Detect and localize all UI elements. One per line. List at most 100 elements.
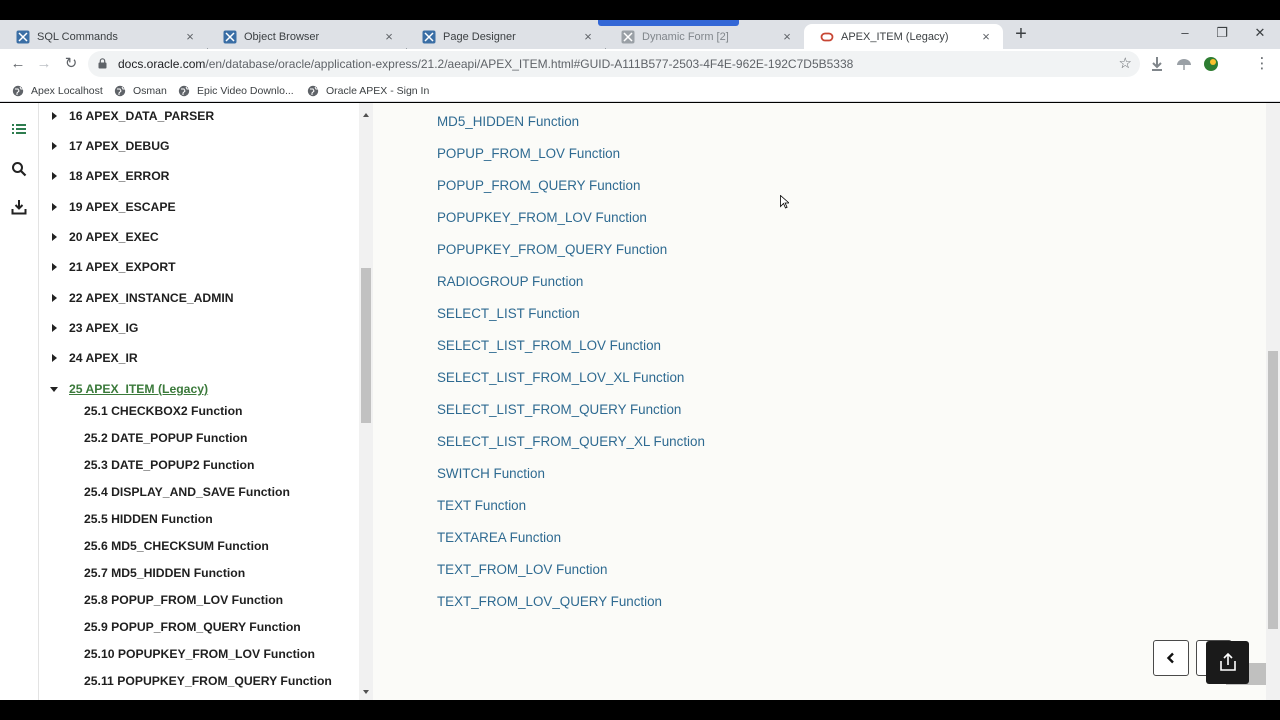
browser-toolbar: ← → ↻ docs.oracle.com/en/database/oracle… — [0, 49, 1280, 79]
function-link[interactable]: RADIOGROUP Function — [437, 274, 583, 289]
caret-right-icon — [52, 263, 57, 271]
tab-close-icon[interactable]: × — [579, 29, 597, 44]
toc-chapter[interactable]: 19 APEX_ESCAPE — [40, 198, 176, 216]
url-text[interactable]: docs.oracle.com/en/database/oracle/appli… — [118, 57, 853, 71]
function-link[interactable]: TEXTAREA Function — [437, 530, 561, 545]
restore-button[interactable]: ❐ — [1212, 25, 1232, 43]
previous-page-button[interactable] — [1153, 640, 1189, 676]
toc-chapter[interactable]: 20 APEX_EXEC — [40, 228, 159, 246]
minimize-button[interactable]: – — [1175, 25, 1195, 43]
toc-chapter[interactable]: 22 APEX_INSTANCE_ADMIN — [40, 289, 234, 307]
tab-close-icon[interactable]: × — [977, 29, 995, 44]
toc-chapter[interactable]: 18 APEX_ERROR — [40, 167, 169, 185]
function-link[interactable]: SELECT_LIST_FROM_LOV Function — [437, 338, 661, 353]
caret-right-icon — [52, 203, 57, 211]
function-link[interactable]: TEXT_FROM_LOV Function — [437, 562, 607, 577]
toc-chapter-active[interactable]: 25 APEX_ITEM (Legacy) — [40, 380, 208, 398]
tab-sql-commands[interactable]: SQL Commands × — [0, 24, 207, 49]
mouse-cursor-icon — [780, 195, 789, 209]
toc-section[interactable]: 25.6 MD5_CHECKSUM Function — [84, 537, 269, 555]
bookmark-label: Oracle APEX - Sign In — [326, 85, 430, 97]
toc-section[interactable]: 25.11 POPUPKEY_FROM_QUERY Function — [84, 672, 332, 690]
bookmark-osman[interactable]: Osman — [114, 83, 167, 99]
toc-section[interactable]: 25.8 POPUP_FROM_LOV Function — [84, 591, 283, 609]
toc-chapter[interactable]: 16 APEX_DATA_PARSER — [40, 107, 214, 125]
caret-down-icon — [50, 387, 58, 392]
caret-right-icon — [52, 294, 57, 302]
tab-close-icon[interactable]: × — [778, 29, 796, 44]
tab-title: Dynamic Form [2] — [642, 30, 729, 43]
download-extension-icon[interactable] — [1148, 55, 1166, 73]
function-link[interactable]: SELECT_LIST Function — [437, 306, 580, 321]
function-link[interactable]: POPUPKEY_FROM_QUERY Function — [437, 242, 667, 257]
download-icon[interactable] — [11, 199, 27, 215]
tab-title: APEX_ITEM (Legacy) — [841, 30, 949, 43]
toc-chapter[interactable]: 17 APEX_DEBUG — [40, 137, 169, 155]
function-link[interactable]: SELECT_LIST_FROM_LOV_XL Function — [437, 370, 684, 385]
toc-section[interactable]: 25.2 DATE_POPUP Function — [84, 429, 247, 447]
address-bar[interactable]: docs.oracle.com/en/database/oracle/appli… — [88, 51, 1140, 77]
reload-button[interactable]: ↻ — [61, 54, 81, 74]
caret-right-icon — [52, 354, 57, 362]
bookmark-epic-video[interactable]: Epic Video Downlo... — [178, 83, 294, 99]
function-link[interactable]: TEXT_FROM_LOV_QUERY Function — [437, 594, 662, 609]
toc-section[interactable]: 25.5 HIDDEN Function — [84, 510, 213, 528]
function-link[interactable]: SWITCH Function — [437, 466, 545, 481]
oracle-favicon — [820, 32, 834, 41]
scroll-up-arrow-icon[interactable] — [362, 111, 370, 119]
toc-section[interactable]: 25.10 POPUPKEY_FROM_LOV Function — [84, 645, 315, 663]
toc-chapter[interactable]: 23 APEX_IG — [40, 319, 138, 337]
tab-dynamic-form[interactable]: Dynamic Form [2] × — [605, 24, 804, 49]
function-link[interactable]: SELECT_LIST_FROM_QUERY Function — [437, 402, 681, 417]
lock-icon — [98, 58, 107, 69]
toc-icon[interactable] — [11, 121, 27, 137]
back-button[interactable]: ← — [8, 54, 28, 74]
function-link[interactable]: POPUP_FROM_LOV Function — [437, 146, 620, 161]
apex-favicon — [621, 30, 635, 43]
page-scrollbar-thumb[interactable] — [1268, 351, 1278, 629]
tab-apex-item[interactable]: APEX_ITEM (Legacy) × — [804, 24, 1003, 49]
toc-chapter[interactable]: 24 APEX_IR — [40, 349, 138, 367]
toc-section[interactable]: 25.9 POPUP_FROM_QUERY Function — [84, 618, 301, 636]
tab-title: Object Browser — [244, 30, 320, 43]
url-path: /en/database/oracle/application-express/… — [205, 57, 854, 71]
new-tab-button[interactable]: + — [1010, 24, 1032, 45]
bookmark-oracle-apex[interactable]: Oracle APEX - Sign In — [307, 83, 429, 99]
bookmark-apex-localhost[interactable]: Apex Localhost — [12, 83, 103, 99]
globe-extension-icon[interactable] — [1202, 55, 1220, 73]
function-link[interactable]: MD5_HIDDEN Function — [437, 114, 579, 129]
close-window-button[interactable]: ✕ — [1250, 25, 1270, 43]
page-viewport: 16 APEX_DATA_PARSER 17 APEX_DEBUG 18 APE… — [0, 103, 1280, 700]
scroll-down-arrow-icon[interactable] — [362, 688, 370, 696]
toc-section[interactable]: 25.3 DATE_POPUP2 Function — [84, 456, 254, 474]
toc-section[interactable]: 25.7 MD5_HIDDEN Function — [84, 564, 245, 582]
function-link[interactable]: POPUP_FROM_QUERY Function — [437, 178, 640, 193]
share-button[interactable] — [1206, 641, 1249, 684]
function-link[interactable]: POPUPKEY_FROM_LOV Function — [437, 210, 647, 225]
bookmark-label: Apex Localhost — [31, 85, 103, 97]
tab-page-designer[interactable]: Page Designer × — [406, 24, 605, 49]
function-link[interactable]: TEXT Function — [437, 498, 526, 513]
function-link[interactable]: SELECT_LIST_FROM_QUERY_XL Function — [437, 434, 705, 449]
toc-scrollbar[interactable] — [359, 103, 373, 700]
caret-right-icon — [52, 172, 57, 180]
toc-section[interactable]: 25.4 DISPLAY_AND_SAVE Function — [84, 483, 290, 501]
bookmark-star-icon[interactable]: ☆ — [1119, 54, 1132, 72]
tab-close-icon[interactable]: × — [380, 29, 398, 44]
tab-close-icon[interactable]: × — [181, 29, 199, 44]
apex-favicon — [422, 30, 436, 43]
toc-scrollbar-thumb[interactable] — [361, 268, 371, 423]
toc-section[interactable]: 25.1 CHECKBOX2 Function — [84, 402, 242, 420]
page-scrollbar[interactable] — [1266, 103, 1280, 700]
forward-button[interactable]: → — [34, 54, 54, 74]
globe-icon — [114, 85, 126, 97]
umbrella-extension-icon[interactable] — [1175, 55, 1193, 73]
url-host: docs.oracle.com — [118, 57, 206, 71]
search-icon[interactable] — [11, 161, 27, 177]
left-icon-rail — [0, 103, 39, 700]
tab-object-browser[interactable]: Object Browser × — [207, 24, 406, 49]
tab-title: Page Designer — [443, 30, 516, 43]
toc-chapter[interactable]: 21 APEX_EXPORT — [40, 258, 176, 276]
menu-button[interactable]: ⋮ — [1252, 54, 1272, 74]
globe-icon — [307, 85, 319, 97]
